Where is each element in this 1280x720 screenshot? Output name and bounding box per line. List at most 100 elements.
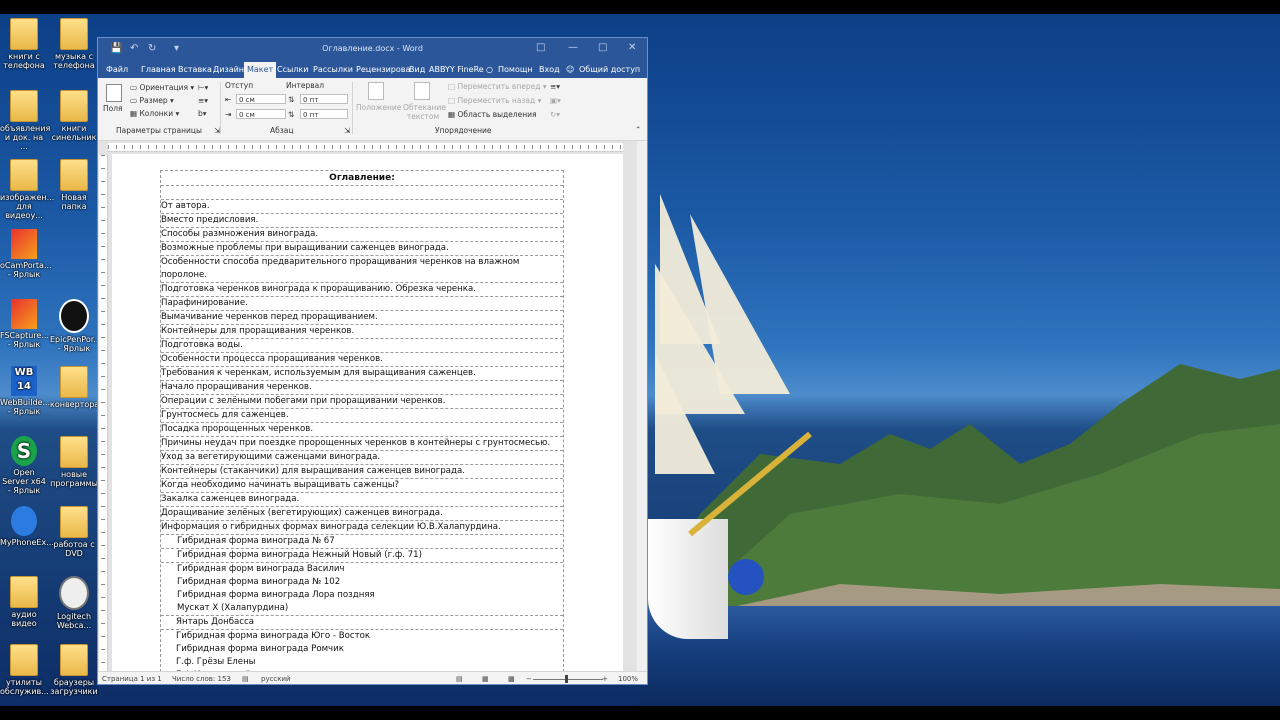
- rotate-icon[interactable]: ↻▾: [550, 110, 560, 119]
- tab-mailings[interactable]: Рассылки: [313, 65, 353, 74]
- desktop-icon[interactable]: музыка с телефона: [50, 18, 98, 70]
- toc-item[interactable]: Контейнеры (стаканчики) для выращивания …: [161, 465, 563, 479]
- toc-item[interactable]: Уход за вегетирующими саженцами виноград…: [161, 451, 563, 465]
- toc-item[interactable]: Подготовка черенков винограда к проращив…: [161, 283, 563, 297]
- toc-item[interactable]: Вместо предисловия.: [161, 214, 563, 228]
- desktop-icon[interactable]: книги синельник: [50, 90, 98, 142]
- orientation-button[interactable]: ▭ Ориентация ▾: [130, 83, 194, 92]
- send-backward-button[interactable]: □ Переместить назад ▾: [448, 96, 541, 105]
- spacing-before-field[interactable]: 0 пт: [300, 94, 348, 104]
- desktop-icon[interactable]: книги с телефона: [0, 18, 48, 70]
- zoom-in-icon[interactable]: +: [602, 675, 608, 683]
- page-count[interactable]: Страница 1 из 1: [102, 675, 162, 683]
- language[interactable]: русский: [261, 675, 291, 683]
- indent-right-field[interactable]: 0 см: [236, 109, 286, 119]
- toc-item[interactable]: Янтарь Донбасса: [161, 616, 563, 630]
- dialog-launcher-icon[interactable]: ⇲: [344, 126, 350, 135]
- group-icon[interactable]: ▣▾: [550, 96, 561, 105]
- columns-button[interactable]: ▦ Колонки ▾: [130, 109, 179, 118]
- document-page[interactable]: Оглавление: От автора. Вместо предисловия…: [112, 154, 623, 682]
- toc-item[interactable]: Гибридная форма винограда Лора поздняя: [161, 589, 563, 602]
- tab-design[interactable]: Дизайн: [213, 65, 244, 74]
- tab-review[interactable]: Рецензирова: [356, 65, 410, 74]
- toc-item[interactable]: Операции с зелёными побегами при проращи…: [161, 395, 563, 409]
- desktop-icon[interactable]: MyPhoneEx...: [0, 506, 54, 547]
- bring-forward-button[interactable]: □ Переместить вперед ▾: [448, 82, 547, 91]
- toc-item[interactable]: Гибридная форма винограда Ромчик: [161, 643, 563, 656]
- collapse-ribbon-icon[interactable]: ⌃: [635, 125, 641, 134]
- selection-pane-button[interactable]: ▦ Область выделения: [448, 110, 537, 119]
- tab-abbyy[interactable]: ABBYY FineRe: [429, 65, 484, 74]
- web-layout-icon[interactable]: ▩: [508, 675, 515, 683]
- zoom-level[interactable]: 100%: [618, 675, 638, 683]
- align-icon[interactable]: ≡▾: [550, 82, 560, 91]
- toc-item[interactable]: Посадка пророщенных черенков.: [161, 423, 563, 437]
- indent-left-field[interactable]: 0 см: [236, 94, 286, 104]
- desktop-icon[interactable]: браузеры загрузчики: [50, 644, 98, 696]
- ribbon-display-icon[interactable]: □: [536, 42, 545, 53]
- desktop-icon[interactable]: WB 14 WebBuilde... - Ярлык: [0, 366, 50, 416]
- hyphenation-icon[interactable]: b▾: [198, 109, 207, 118]
- print-layout-icon[interactable]: ▦: [482, 675, 489, 683]
- tab-home[interactable]: Главная: [141, 65, 176, 74]
- zoom-out-icon[interactable]: −: [526, 675, 532, 683]
- desktop-icon[interactable]: Новая папка: [50, 159, 98, 211]
- toc-item[interactable]: Подготовка воды.: [161, 339, 563, 353]
- wrap-text-button[interactable]: Обтекание текстом: [403, 103, 446, 121]
- desktop-icon[interactable]: S Open Server x64 - Ярлык: [0, 436, 48, 495]
- toc-item[interactable]: Доращивание зелёных (вегетирующих) сажен…: [161, 507, 563, 521]
- toc-item[interactable]: Гибридная форма винограда № 102: [161, 576, 563, 589]
- toc-item[interactable]: Особенности процесса проращивания черенк…: [161, 353, 563, 367]
- desktop-icon[interactable]: Logitech Webca...: [50, 576, 98, 630]
- toc-item[interactable]: Возможные проблемы при выращивании сажен…: [161, 242, 563, 256]
- read-mode-icon[interactable]: ▤: [456, 675, 463, 683]
- zoom-slider[interactable]: [533, 679, 603, 680]
- toc-item[interactable]: Гибридная форма винограда Юго - Восток: [161, 630, 563, 643]
- line-numbers-icon[interactable]: ≡▾: [198, 96, 208, 105]
- vertical-scrollbar[interactable]: [637, 141, 647, 671]
- proofing-icon[interactable]: ▤: [242, 675, 249, 683]
- toc-item[interactable]: Информация о гибридных формах винограда …: [161, 521, 563, 535]
- tab-view[interactable]: Вид: [409, 65, 425, 74]
- maximize-icon[interactable]: □: [598, 42, 607, 53]
- toc-item[interactable]: Когда необходимо начинать выращивать саж…: [161, 479, 563, 493]
- toc-item[interactable]: Мускат Х (Халапурдина): [161, 602, 563, 616]
- desktop-icon[interactable]: конвертора: [50, 366, 99, 409]
- toc-item[interactable]: Гибридная форм винограда Василич: [161, 563, 563, 576]
- desktop-icon[interactable]: FSCapture... - Ярлык: [0, 299, 49, 349]
- desktop-icon[interactable]: объявления и док. на ...: [0, 90, 50, 151]
- tell-me-search[interactable]: Помощн: [498, 65, 533, 74]
- desktop-icon[interactable]: утилиты обслужив...: [0, 644, 49, 696]
- toc-item[interactable]: Вымачивание черенков перед проращиванием…: [161, 311, 563, 325]
- tab-file[interactable]: Файл: [106, 65, 128, 74]
- desktop-icon[interactable]: работоа с DVD: [50, 506, 98, 558]
- tab-insert[interactable]: Вставка: [178, 65, 212, 74]
- toc-item[interactable]: Контейнеры для проращивания черенков.: [161, 325, 563, 339]
- toc-item[interactable]: Закалка саженцев винограда.: [161, 493, 563, 507]
- desktop-icon[interactable]: новые программы: [50, 436, 98, 488]
- horizontal-ruler[interactable]: [108, 143, 623, 152]
- toc-item[interactable]: Грунтосмесь для саженцев.: [161, 409, 563, 423]
- desktop-icon[interactable]: изображен... для видеоу...: [0, 159, 54, 220]
- desktop-icon[interactable]: EpicPenPor... - Ярлык: [50, 299, 101, 353]
- toc-item[interactable]: Причины неудач при поездке пророщенных ч…: [161, 437, 563, 451]
- word-count[interactable]: Число слов: 153: [172, 675, 231, 683]
- breaks-icon[interactable]: ⊢▾: [198, 83, 208, 92]
- toc-item[interactable]: Особенности способа предварительного про…: [161, 256, 563, 283]
- toc-item[interactable]: Гибридная форма винограда Нежный Новый (…: [161, 549, 563, 563]
- toc-item[interactable]: Начало проращивания черенков.: [161, 381, 563, 395]
- toc-item[interactable]: Способы размножения винограда.: [161, 228, 563, 242]
- close-icon[interactable]: ✕: [628, 42, 636, 53]
- spacing-after-field[interactable]: 0 пт: [300, 109, 348, 119]
- vertical-ruler[interactable]: [99, 155, 108, 671]
- toc-item[interactable]: Требования к черенкам, используемым для …: [161, 367, 563, 381]
- toc-item[interactable]: От автора.: [161, 200, 563, 214]
- desktop-icon[interactable]: аудио видео: [0, 576, 48, 628]
- tab-layout[interactable]: Макет: [244, 62, 277, 78]
- minimize-icon[interactable]: —: [568, 42, 578, 53]
- toc-item[interactable]: Г.ф. Грёзы Елены: [161, 656, 563, 669]
- size-button[interactable]: ▭ Размер ▾: [130, 96, 174, 105]
- toc-item[interactable]: Гибридная форма винограда № 67: [161, 535, 563, 549]
- sign-in-link[interactable]: Вход: [539, 65, 560, 74]
- share-button[interactable]: Общий доступ: [579, 65, 640, 74]
